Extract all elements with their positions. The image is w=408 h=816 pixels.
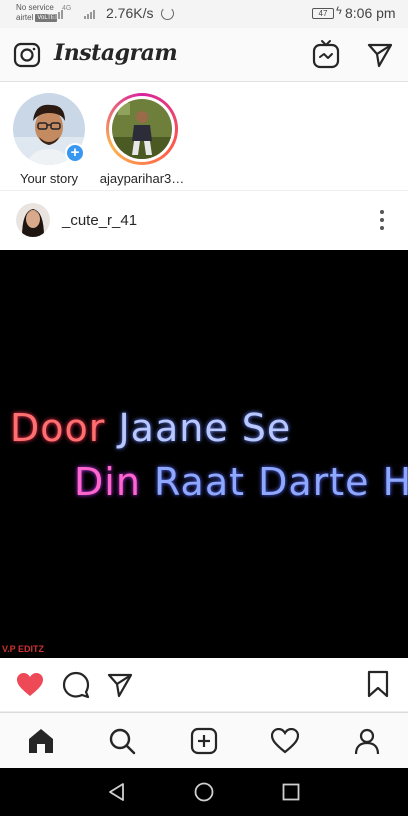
post-author-avatar[interactable]	[16, 203, 50, 237]
bookmark-icon[interactable]	[366, 670, 390, 698]
signal-2-icon	[84, 7, 95, 19]
charging-icon: ϟ	[336, 5, 342, 17]
carrier-info: No service airtel VoLTE	[16, 3, 57, 23]
watermark: V.P EDITZ	[2, 644, 45, 654]
add-story-badge[interactable]: +	[65, 143, 85, 163]
direct-send-icon[interactable]	[366, 41, 394, 69]
story-ring	[106, 93, 178, 165]
carrier-top: No service	[16, 3, 54, 12]
carrier-name: airtel	[16, 13, 34, 22]
back-icon[interactable]	[106, 781, 128, 803]
bottom-nav	[0, 712, 408, 768]
search-icon[interactable]	[108, 727, 136, 755]
status-bar: No service airtel VoLTE 4G 2.76K/s 47 ϟ …	[0, 0, 408, 28]
add-post-icon[interactable]	[190, 727, 218, 755]
post-username[interactable]: _cute_r_41	[62, 212, 137, 229]
like-heart-icon[interactable]	[16, 672, 44, 698]
profile-icon[interactable]	[353, 727, 381, 755]
network-type: 4G	[62, 5, 72, 12]
story-ajayparihar[interactable]: ajayparihar3…	[94, 93, 190, 186]
home-icon[interactable]	[27, 727, 55, 755]
data-speed: 2.76K/s	[106, 5, 154, 21]
avatar	[112, 99, 172, 159]
lyric-line-2: Din Raat Darte He	[74, 460, 408, 504]
app-title: Instagram	[54, 40, 178, 66]
home-circle-icon[interactable]	[193, 781, 215, 803]
battery-icon: 47	[312, 8, 334, 19]
post-media[interactable]: Door Jaane Se Din Raat Darte He V.P EDIT…	[0, 250, 408, 658]
your-story-avatar-wrap: +	[13, 93, 85, 165]
clock: 8:06 pm	[345, 5, 396, 21]
top-bar: Instagram	[0, 28, 408, 82]
post-header: _cute_r_41	[0, 192, 408, 250]
share-icon[interactable]	[106, 671, 134, 699]
story-label: Your story	[19, 171, 79, 186]
stories-tray: + Your story ajayparihar3…	[0, 83, 408, 191]
comment-icon[interactable]	[62, 671, 90, 699]
signal-icon	[52, 7, 63, 19]
lyric-line-1: Door Jaane Se	[10, 406, 292, 450]
igtv-icon[interactable]	[312, 39, 340, 69]
story-your-story[interactable]: + Your story	[1, 93, 97, 186]
recents-icon[interactable]	[280, 781, 302, 803]
activity-heart-icon[interactable]	[271, 728, 299, 754]
more-options-icon[interactable]	[380, 210, 384, 234]
post-actions	[0, 658, 408, 712]
story-label: ajayparihar3…	[99, 171, 185, 186]
android-nav-bar	[0, 768, 408, 816]
camera-icon[interactable]	[13, 41, 41, 69]
sync-icon	[161, 7, 174, 20]
